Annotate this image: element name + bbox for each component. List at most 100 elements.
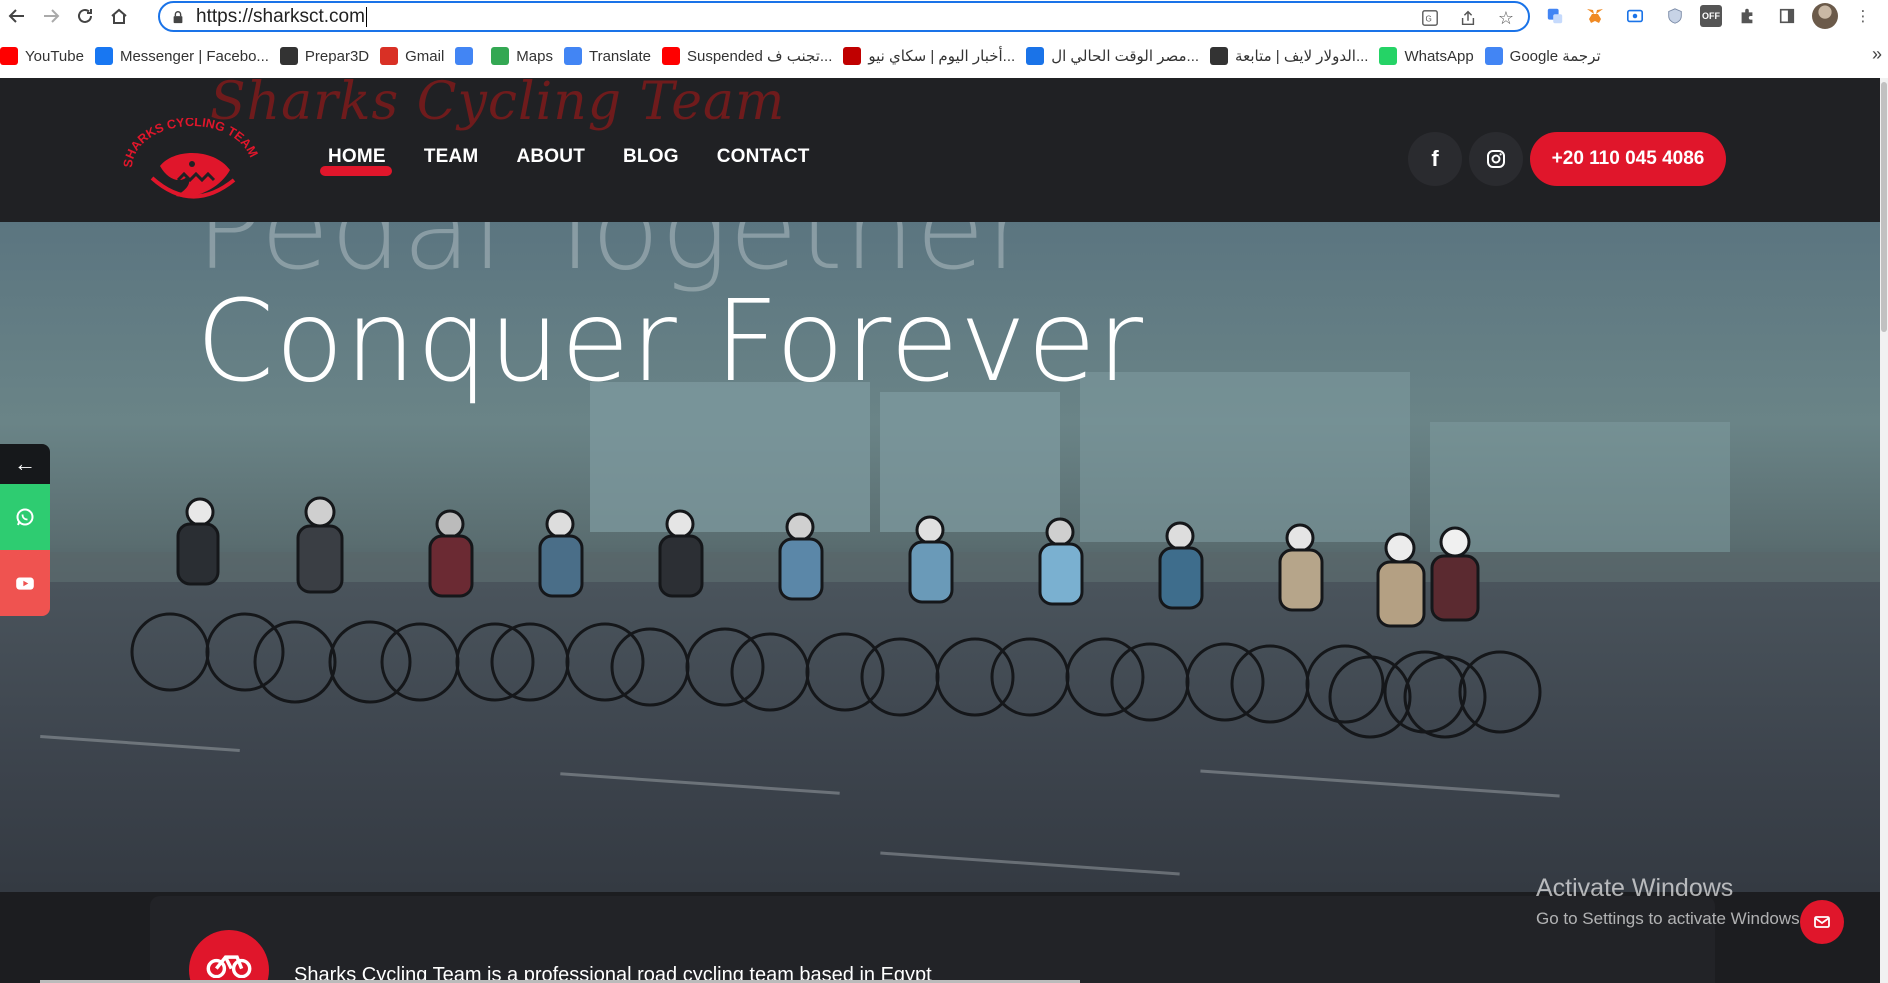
profile-avatar[interactable]: [1812, 3, 1838, 29]
bookmarks-bar: YouTube Messenger | Facebo... Prepar3D Gmai…: [0, 40, 1888, 72]
windows-activation-watermark: Activate Windows Go to Settings to activ…: [1536, 874, 1804, 929]
hero-title: Conquer Forever: [196, 277, 1145, 407]
reload-icon: [78, 8, 92, 23]
shield-extension-icon[interactable]: [1660, 2, 1690, 30]
prepar3d-icon: [279, 47, 298, 65]
lock-icon[interactable]: [160, 10, 196, 24]
cyclist: [380, 509, 535, 702]
youtube-icon: [661, 47, 680, 65]
sharks-cycling-team-logo[interactable]: SHARKS CYCLING TEAM: [122, 118, 262, 210]
instagram-button[interactable]: [1469, 132, 1523, 186]
bicycle-icon: [206, 955, 252, 978]
bookmark-item[interactable]: أخبار اليوم | سكاي نيو...: [843, 40, 1026, 72]
collapse-sidebar-button[interactable]: ←: [0, 444, 50, 484]
youtube-icon: [16, 577, 34, 590]
website-viewport: Pedal Together Conquer Forever Sharks Cy…: [0, 78, 1888, 983]
main-navigation: HOME TEAM ABOUT BLOG CONTACT: [320, 146, 810, 176]
bookmark-star-icon[interactable]: ☆: [1494, 6, 1518, 30]
translate-page-icon[interactable]: G: [1418, 6, 1442, 30]
location-icon: [1026, 47, 1045, 65]
address-bar[interactable]: https://sharksct.com G ☆: [158, 1, 1530, 32]
reload-button[interactable]: [68, 0, 102, 32]
bookmark-item[interactable]: [455, 40, 491, 72]
facebook-icon: [94, 47, 113, 65]
bookmark-item[interactable]: Suspended تجنب ف...: [661, 40, 843, 72]
gmail-icon: [380, 47, 399, 65]
watermark-title: Activate Windows: [1536, 874, 1734, 902]
email-contact-button[interactable]: [1800, 900, 1844, 944]
share-icon[interactable]: [1456, 6, 1480, 30]
bookmark-label: WhatsApp: [1404, 47, 1474, 65]
metamask-extension-icon[interactable]: [1580, 2, 1610, 30]
nav-contact[interactable]: CONTACT: [717, 146, 810, 168]
cyclist: [490, 509, 645, 702]
bookmark-label: مصر الوقت الحالي ال...: [1051, 48, 1200, 65]
nav-about[interactable]: ABOUT: [516, 146, 585, 168]
text-caret: [365, 6, 367, 27]
url-text[interactable]: https://sharksct.com: [196, 6, 365, 28]
bookmark-label: Translate: [588, 47, 651, 65]
bookmark-item[interactable]: Maps: [491, 40, 564, 72]
bookmark-label: Suspended تجنب ف...: [686, 48, 833, 65]
bookmark-label: Prepar3D: [304, 47, 370, 65]
puzzle-extensions-icon[interactable]: [1732, 2, 1762, 30]
arrow-right-icon: [44, 9, 60, 23]
browser-menu-icon[interactable]: ⋮: [1848, 2, 1878, 30]
google-translate-icon: [1484, 47, 1503, 65]
nav-home[interactable]: HOME: [320, 146, 392, 176]
facebook-icon: f: [1431, 146, 1439, 171]
instagram-icon: [1487, 150, 1505, 168]
bookmark-item[interactable]: Gmail: [380, 40, 455, 72]
bookmark-label: أخبار اليوم | سكاي نيو...: [868, 48, 1016, 65]
translate-icon: [563, 47, 582, 65]
home-icon: [111, 8, 127, 24]
mail-icon: [1814, 916, 1830, 928]
cyclist: [1230, 523, 1385, 724]
extensions-area: OFF ⋮: [1540, 2, 1878, 30]
maps-icon: [491, 47, 510, 65]
cyclist: [990, 517, 1145, 717]
nav-blog[interactable]: BLOG: [623, 146, 679, 168]
cyclist: [130, 497, 285, 692]
bookmark-label: Maps: [516, 47, 553, 65]
phone-call-button[interactable]: +20 110 045 4086: [1530, 132, 1726, 186]
bookmark-item[interactable]: Messenger | Facebo...: [94, 40, 280, 72]
nav-team[interactable]: TEAM: [424, 146, 479, 168]
bookmark-item[interactable]: Google ترجمة: [1484, 40, 1612, 72]
arrow-left-icon: [8, 9, 24, 23]
chevron-more-bookmarks-icon[interactable]: »: [1872, 44, 1882, 65]
cyclists-peloton: [130, 496, 1542, 739]
facebook-button[interactable]: f: [1408, 132, 1462, 186]
side-panel-icon[interactable]: [1772, 2, 1802, 30]
cyclist: [1110, 521, 1265, 722]
bookmark-item[interactable]: YouTube: [0, 40, 95, 72]
ghost-site-title: Sharks Cycling Team: [210, 78, 786, 132]
cyclist: [730, 512, 885, 712]
whatsapp-icon: [16, 508, 34, 526]
whatsapp-button[interactable]: [0, 484, 50, 550]
bookmark-label: YouTube: [25, 47, 84, 65]
off-extension-icon[interactable]: OFF: [1700, 5, 1722, 27]
hero-section: Pedal Together Conquer Forever: [0, 222, 1888, 892]
bookmark-item[interactable]: Prepar3D: [279, 40, 380, 72]
bookmark-item[interactable]: مصر الوقت الحالي ال...: [1026, 40, 1210, 72]
dollar-icon: [1210, 47, 1229, 65]
google-translate-icon: [455, 47, 474, 65]
scrollbar-thumb[interactable]: [1881, 82, 1887, 332]
bookmark-label: Gmail: [405, 47, 445, 65]
bookmark-item[interactable]: WhatsApp: [1379, 40, 1484, 72]
forward-button[interactable]: [34, 0, 68, 32]
cyclist: [610, 509, 765, 707]
bookmark-item[interactable]: Translate: [563, 40, 662, 72]
google-translate-extension-icon[interactable]: [1540, 2, 1570, 30]
bookmark-item[interactable]: الدولار لايف | متابعة...: [1210, 40, 1379, 72]
home-button[interactable]: [102, 0, 136, 32]
whatsapp-icon: [1379, 47, 1398, 65]
floating-social-sidebar: ←: [0, 444, 50, 616]
screen-recorder-extension-icon[interactable]: [1620, 2, 1650, 30]
cyclist: [860, 515, 1015, 717]
youtube-button[interactable]: [0, 550, 50, 616]
back-button[interactable]: [0, 0, 34, 32]
bookmark-label: Google ترجمة: [1509, 48, 1601, 65]
news-icon: [843, 47, 862, 65]
